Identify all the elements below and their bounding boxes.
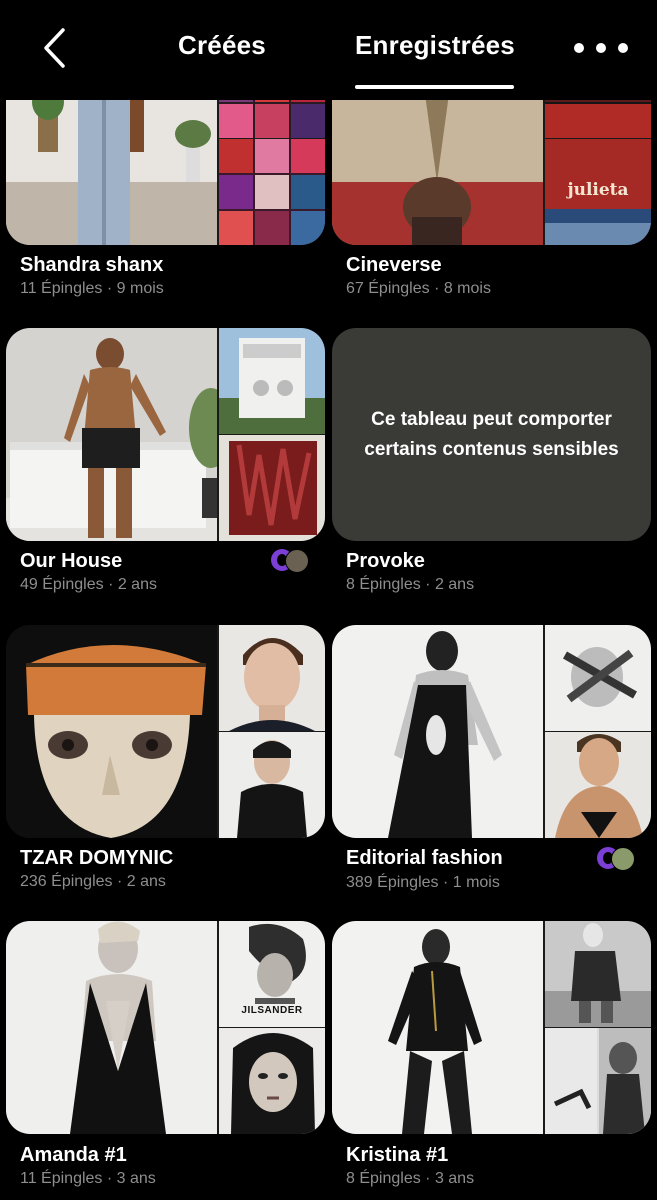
board-meta: 389 Épingles · 1 mois	[346, 874, 500, 891]
board-title[interactable]: Our House	[20, 550, 122, 573]
board-cover[interactable]	[6, 328, 325, 541]
boards-grid: Shandra shanx 11 Épingles · 9 mois julie…	[0, 0, 657, 1200]
board-title[interactable]: Shandra shanx	[20, 254, 163, 277]
cover-image-main	[6, 625, 217, 838]
more-horizontal-icon	[618, 43, 628, 53]
collaborator-avatars[interactable]	[271, 549, 313, 573]
board-meta: 49 Épingles · 2 ans	[20, 576, 157, 593]
cover-image-tertiary	[219, 139, 325, 245]
board-meta: 11 Épingles · 9 mois	[20, 280, 164, 297]
cover-image-main	[332, 921, 543, 1134]
cover-image-secondary	[219, 625, 325, 731]
tab-saved[interactable]: Enregistrées	[355, 30, 515, 61]
cover-image-secondary	[219, 328, 325, 434]
board-cover[interactable]	[6, 625, 325, 838]
tab-created[interactable]: Créées	[178, 30, 266, 61]
cover-image-main	[6, 328, 217, 541]
more-horizontal-icon	[596, 43, 606, 53]
cover-thumb-caption: JILSANDER	[241, 1005, 303, 1016]
cover-image-tertiary	[219, 435, 325, 541]
cover-thumb-caption: julieta	[567, 180, 629, 200]
board-cover[interactable]: JILSANDER	[6, 921, 325, 1134]
back-button[interactable]	[34, 24, 74, 72]
collaborator-avatar	[285, 549, 309, 573]
board-meta: 67 Épingles · 8 mois	[346, 280, 491, 297]
cover-image-tertiary	[219, 1028, 325, 1134]
board-title[interactable]: Provoke	[346, 550, 425, 573]
board-title[interactable]: Kristina #1	[346, 1144, 448, 1167]
board-title[interactable]: Editorial fashion	[346, 847, 503, 870]
board-meta: 8 Épingles · 3 ans	[346, 1170, 475, 1187]
board-title[interactable]: Amanda #1	[20, 1144, 127, 1167]
cover-image-main	[6, 921, 217, 1134]
cover-image-secondary	[545, 625, 651, 731]
active-tab-indicator	[355, 85, 514, 89]
collaborator-avatar	[611, 847, 635, 871]
board-cover[interactable]	[332, 625, 651, 838]
cover-image-tertiary	[545, 732, 651, 838]
sensitive-content-cover[interactable]: Ce tableau peut comporter certains conte…	[332, 328, 651, 541]
board-meta: 8 Épingles · 2 ans	[346, 576, 475, 593]
board-meta: 11 Épingles · 3 ans	[20, 1170, 156, 1187]
cover-image-secondary	[545, 921, 651, 1027]
collaborator-avatars[interactable]	[597, 847, 639, 871]
top-bar: Créées Enregistrées	[0, 0, 657, 100]
board-title[interactable]: TZAR DOMYNIC	[20, 847, 173, 870]
sensitive-content-notice: Ce tableau peut comporter certains conte…	[364, 408, 619, 460]
chevron-left-icon	[44, 28, 65, 68]
more-options-button[interactable]	[574, 32, 628, 64]
board-title[interactable]: Cineverse	[346, 254, 442, 277]
cover-image-tertiary	[219, 732, 325, 838]
board-cover[interactable]	[332, 921, 651, 1134]
cover-image-main	[332, 625, 543, 838]
board-meta: 236 Épingles · 2 ans	[20, 873, 166, 890]
more-horizontal-icon	[574, 43, 584, 53]
cover-image-tertiary	[545, 1028, 651, 1134]
